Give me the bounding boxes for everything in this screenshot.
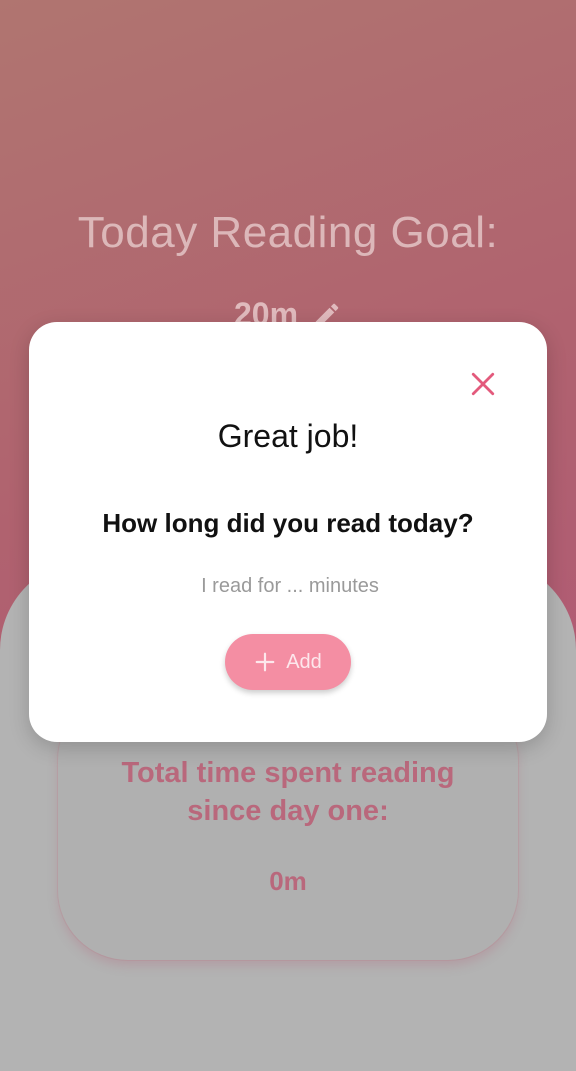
total-time-value: 0m xyxy=(269,866,307,896)
close-button[interactable] xyxy=(465,368,501,404)
minutes-input[interactable] xyxy=(138,568,442,604)
total-time-label: Total time spent reading since day one: xyxy=(121,757,455,827)
plus-icon xyxy=(254,651,276,673)
dialog-question: How long did you read today? xyxy=(102,508,474,538)
dialog-title: Great job! xyxy=(217,418,359,454)
add-button-label: Add xyxy=(286,650,322,673)
goal-title: Today Reading Goal: xyxy=(77,208,499,257)
close-icon xyxy=(470,371,496,402)
log-reading-dialog: Great job! How long did you read today? … xyxy=(29,322,547,742)
add-button[interactable]: Add xyxy=(225,634,351,690)
